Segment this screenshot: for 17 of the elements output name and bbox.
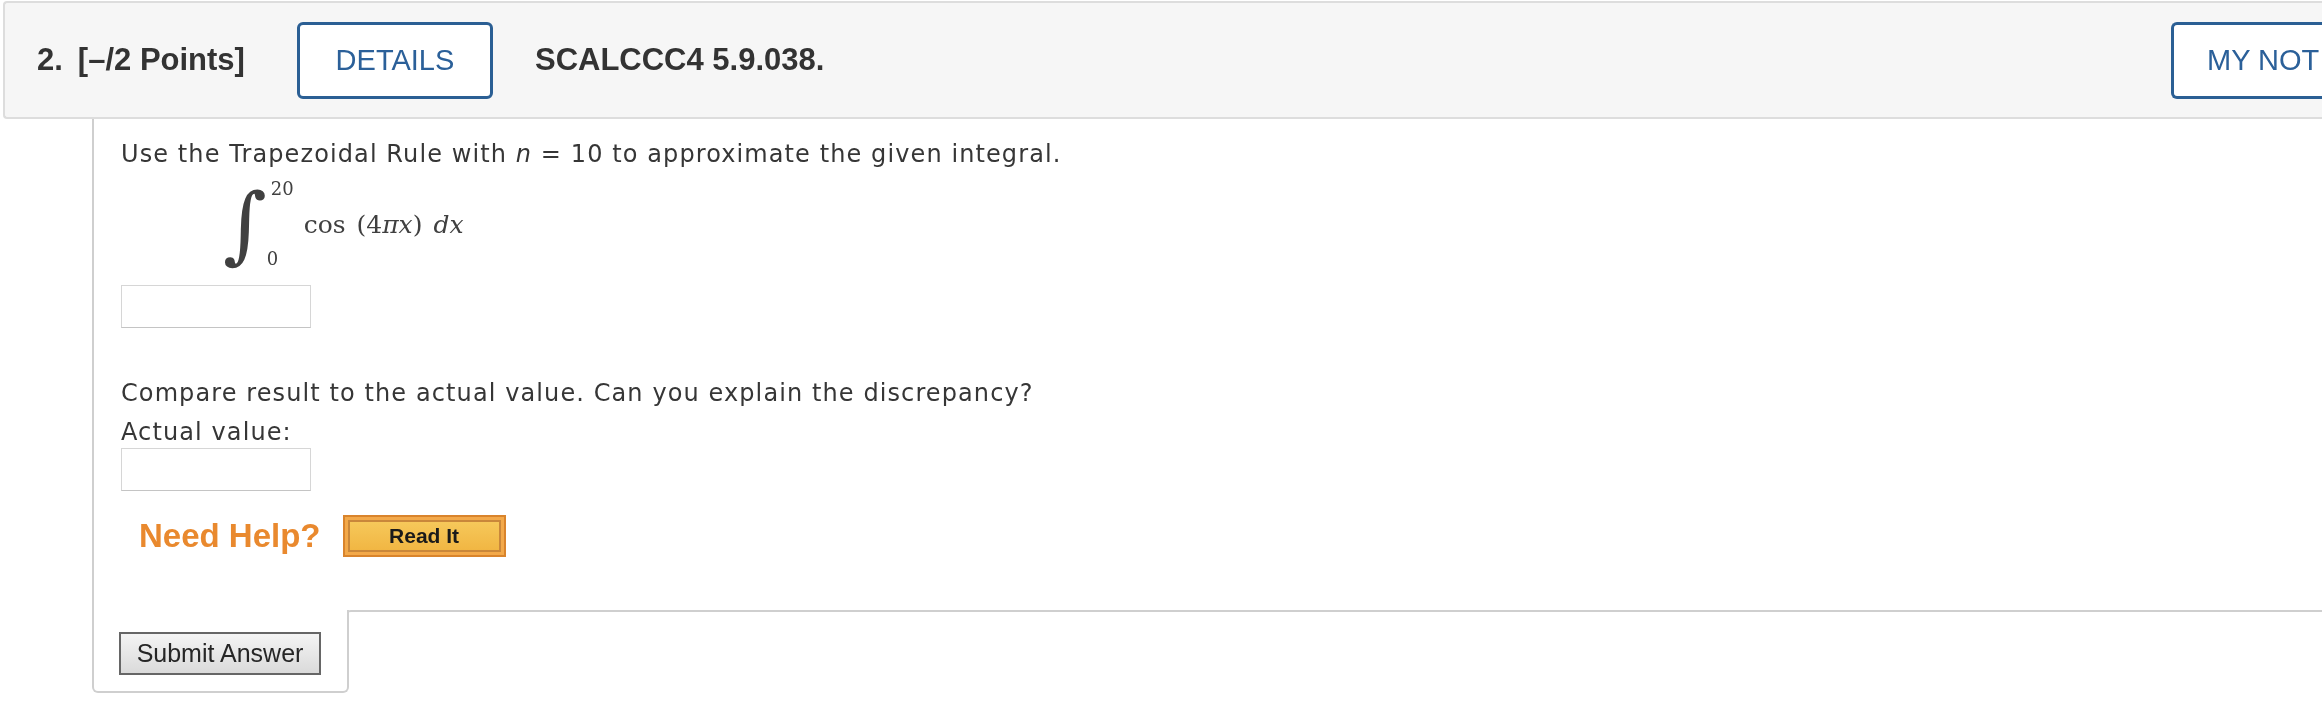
read-it-button[interactable]: Read It xyxy=(342,515,506,557)
answer-field[interactable] xyxy=(121,285,311,328)
question-number: 2. xyxy=(37,42,63,78)
notes-button[interactable]: MY NOT xyxy=(2171,21,2322,99)
integral-sign: ∫ xyxy=(223,180,267,268)
upper-limit: 20 xyxy=(270,180,294,198)
question-text: Compare result to the actual value. Can you explain the discrepancy? xyxy=(121,378,1035,408)
details-button[interactable]: DETAILS xyxy=(296,21,493,99)
integrand: cos (4πx) dx xyxy=(303,209,464,239)
need-help-label: Need Help? xyxy=(139,517,321,555)
answer-field[interactable] xyxy=(121,448,311,491)
question-text: Actual value: xyxy=(121,417,293,447)
points-label: [–/2 Points] xyxy=(77,42,245,78)
question-text: Use the Trapezoidal Rule with n = 10 to approximate the given integral. xyxy=(121,139,1063,169)
lower-limit: 0 xyxy=(266,250,280,268)
question-code: SCALCCC4 5.9.038. xyxy=(534,42,825,78)
submit-answer-button[interactable]: Submit Answer xyxy=(119,632,321,675)
